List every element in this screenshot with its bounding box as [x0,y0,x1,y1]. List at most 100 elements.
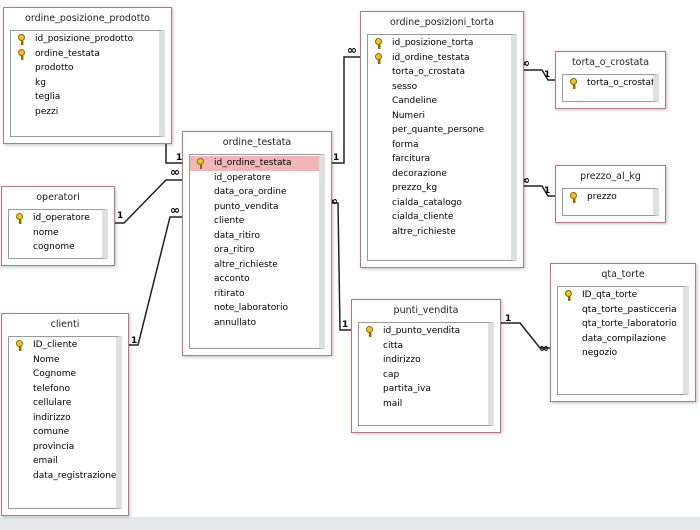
field-row[interactable]: data_ora_ordine [190,185,319,200]
table-title[interactable]: qta_torte [551,264,695,286]
field-row[interactable]: note_laboratorio [190,301,319,316]
field-row[interactable]: id_operatore [190,171,319,186]
field-row[interactable]: prezzo_kg [368,181,511,196]
field-row[interactable]: qta_torte_laboratorio [558,317,683,332]
field-row[interactable]: cognome [9,240,102,255]
field-row[interactable]: teglia [11,90,159,105]
table-clienti[interactable]: clienti ID_cliente Nome Cognome telefono cell… [1,313,129,516]
table-torta-o-crostata[interactable]: torta_o_crostata torta_o_crostata [555,51,666,109]
key-icon [375,52,382,64]
table-title[interactable]: punti_vendita [352,300,500,322]
field-row[interactable]: altre_richieste [368,225,511,240]
field-row[interactable]: id_ordine_testata [368,51,511,66]
table-title[interactable]: operatori [2,187,114,209]
field-row[interactable]: torta_o_crostata [563,76,653,91]
field-row[interactable]: id_posizione_torta [368,36,511,51]
field-row[interactable]: provincia [9,440,116,455]
table-title[interactable]: prezzo_al_kg [556,166,665,188]
field-list[interactable]: id_punto_vendita citta indirizzo cap partita… [358,322,494,426]
field-list[interactable]: id_posizione_prodotto ordine_testata prodo… [10,30,165,137]
field-row[interactable]: Nome [9,353,116,368]
field-row[interactable]: data_registrazione [9,469,116,484]
field-name: negozio [582,348,618,358]
field-row[interactable]: Numeri [368,109,511,124]
field-row[interactable]: data_compilazione [558,332,683,347]
field-name: indirizzo [383,355,421,365]
field-row[interactable]: id_posizione_prodotto [11,32,159,47]
field-row[interactable]: annullato [190,316,319,331]
field-row[interactable]: kg [11,76,159,91]
table-title[interactable]: ordine_testata [183,132,331,154]
table-title[interactable]: torta_o_crostata [556,52,665,74]
field-row[interactable]: Candeline [368,94,511,109]
field-row[interactable]: prezzo [563,190,653,205]
field-row[interactable]: citta [359,339,488,354]
field-name: acconto [214,274,250,284]
field-row[interactable]: id_punto_vendita [359,324,488,339]
field-row[interactable]: partita_iva [359,382,488,397]
field-row[interactable]: data_ritiro [190,229,319,244]
field-row[interactable]: torta_o_crostata [368,65,511,80]
field-row[interactable]: prodotto [11,61,159,76]
field-list[interactable]: id_posizione_torta id_ordine_testata torta… [367,34,517,261]
field-name: data_registrazione [33,470,117,481]
field-name: Candeline [392,96,437,106]
field-list[interactable]: id_operatore nome cognome [8,209,108,259]
field-row[interactable]: farcitura [368,152,511,167]
table-prezzo-al-kg[interactable]: prezzo_al_kgprezzo [555,165,666,223]
field-row[interactable]: mail [359,397,488,412]
field-name: decorazione [392,168,447,179]
field-row[interactable]: comune [9,425,116,440]
field-row[interactable]: cap [359,368,488,383]
field-row[interactable]: email [9,454,116,469]
table-title[interactable]: clienti [2,314,128,336]
field-row[interactable]: ID_cliente [9,338,116,353]
field-row[interactable]: Cognome [9,367,116,382]
table-qta-torte[interactable]: qta_torte ID_qta_torte qta_torte_pasticcer… [550,263,696,402]
field-name: mail [383,398,403,409]
field-list[interactable]: prezzo [562,188,659,216]
table-operatori[interactable]: operatori id_operatore nome cognome [1,186,115,266]
field-row[interactable]: punto_vendita [190,200,319,215]
field-name: data_ritiro [214,230,261,241]
field-row[interactable]: cliente [190,214,319,229]
field-name: prezzo_kg [392,183,438,193]
field-row[interactable]: indirizzo [359,353,488,368]
field-list[interactable]: torta_o_crostata [562,74,659,102]
field-row[interactable]: nome [9,226,102,241]
horizontal-scrollbar[interactable] [0,517,700,530]
field-list[interactable]: id_ordine_testata id_operatore data_ora_or… [189,154,325,349]
table-punti-vendita[interactable]: punti_vendita id_punto_vendita citta indiri… [351,299,501,433]
field-row[interactable]: negozio [558,346,683,361]
table-ordine-posizione-prodotto[interactable]: ordine_posizione_prodotto id_posizione_pr… [3,7,172,144]
field-row[interactable]: id_operatore [9,211,102,226]
field-list[interactable]: ID_qta_torte qta_torte_pasticceria qta_tor… [557,286,689,395]
field-row[interactable]: forma [368,138,511,153]
field-name: altre_richieste [214,259,278,270]
table-title[interactable]: ordine_posizione_prodotto [4,8,171,30]
field-row[interactable]: per_quante_persone [368,123,511,138]
field-name: qta_torte_pasticceria [582,304,677,315]
field-name: cliente [214,216,245,226]
field-row[interactable]: decorazione [368,167,511,182]
table-ordine-posizioni-torta[interactable]: ordine_posizioni_torta id_posizione_torta… [360,11,524,268]
field-row[interactable]: ora_ritiro [190,243,319,258]
field-row[interactable]: qta_torte_pasticceria [558,303,683,318]
field-row[interactable]: indirizzo [9,411,116,426]
field-row[interactable]: ID_qta_torte [558,288,683,303]
field-row[interactable]: cialda_cliente [368,210,511,225]
field-row[interactable]: altre_richieste [190,258,319,273]
field-row[interactable]: ordine_testata [11,47,159,62]
field-row[interactable]: cialda_catalogo [368,196,511,211]
field-row[interactable]: sesso [368,80,511,95]
field-list[interactable]: ID_cliente Nome Cognome telefono cellulare in… [8,336,122,509]
field-row[interactable]: cellulare [9,396,116,411]
table-ordine-testata[interactable]: ordine_testata id_ordine_testata id_operat… [182,131,332,356]
field-row[interactable]: acconto [190,272,319,287]
table-title[interactable]: ordine_posizioni_torta [361,12,523,34]
field-row[interactable]: pezzi [11,105,159,120]
key-icon [375,38,382,49]
field-row[interactable]: id_ordine_testata [190,156,319,171]
field-row[interactable]: telefono [9,382,116,397]
field-row[interactable]: ritirato [190,287,319,302]
